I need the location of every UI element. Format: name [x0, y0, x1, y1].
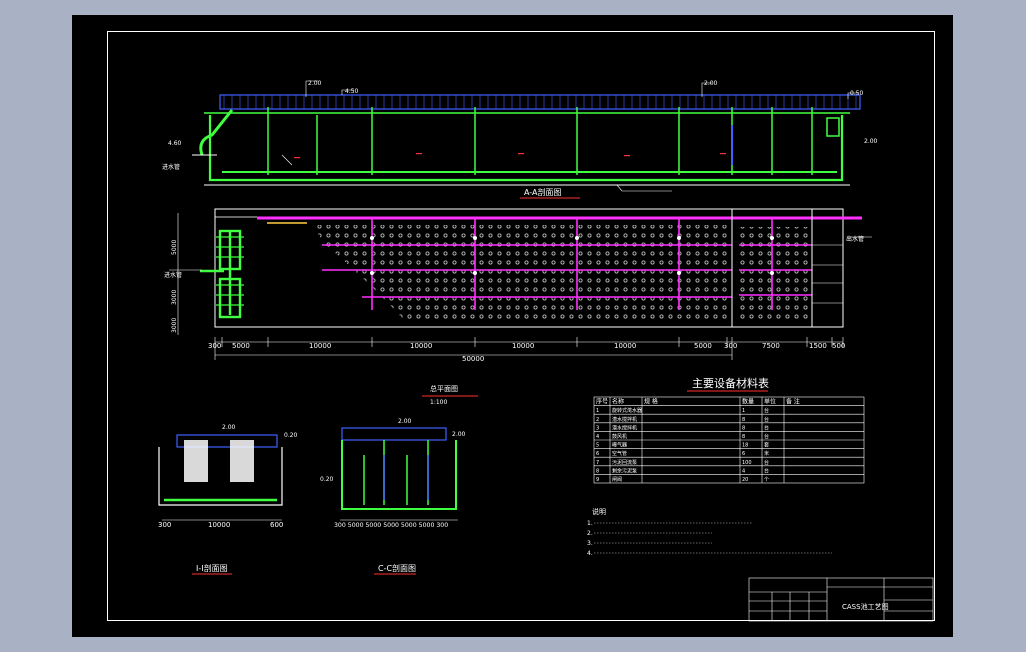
drawing-sheet: 2.00 2.00 4.50 0.50 4.60 2.00 进水管 A-A剖面图 [72, 15, 953, 637]
dim-label: 5000 [171, 240, 178, 255]
plan-view-scale: 1:100 [430, 399, 447, 406]
table-cell: 4 [596, 434, 599, 440]
dim-label: 600 [270, 521, 283, 529]
table-cell: 6 [742, 451, 745, 457]
table-cell: 闸阀 [612, 476, 622, 483]
note-line: 2. [587, 530, 593, 537]
table-cell: 剩余污泥泵 [612, 467, 637, 474]
elevation-label: 2.00 [704, 80, 718, 87]
table-header-cell: 规 格 [644, 398, 658, 406]
table-cell: 台 [764, 459, 769, 466]
elevation-label: 0.20 [320, 476, 334, 483]
table-cell: 8 [596, 468, 599, 474]
note-line: 3. [587, 540, 593, 547]
table-cell: 7 [596, 460, 599, 466]
table-cell: 台 [764, 433, 769, 440]
equipment-table: 序号 名称 规 格 数量 单位 备 注 1 旋转式滗水器 1 台 2 潜水搅拌机 8 台 3 潜水搅拌机 8 台 4… [593, 396, 865, 484]
dim-label: 5000 [694, 342, 712, 350]
section-11-title: I-I剖面图 [196, 563, 228, 573]
dim-label: 3000 [171, 318, 178, 333]
dim-label: 300 5000 5000 5000 5000 5000 300 [334, 522, 448, 529]
table-cell: 台 [764, 407, 769, 414]
drawing-name: CASS池工艺图 [842, 602, 889, 611]
table-header-cell: 数量 [742, 398, 754, 406]
dim-label: 10000 [208, 521, 230, 529]
inlet-pipe-label: 进水管 [162, 163, 180, 171]
table-cell: 台 [764, 467, 769, 474]
inlet-pipe-label: 进水管 [164, 271, 182, 279]
section-aa-drawing [192, 80, 861, 192]
note-line: 4. [587, 550, 593, 557]
title-block [748, 577, 934, 622]
table-cell: 潜水搅拌机 [612, 416, 637, 423]
table-header-cell: 单位 [764, 398, 776, 406]
plan-view-drawing [169, 208, 872, 360]
table-cell: 空气管 [612, 450, 627, 457]
elevation-label: 0.50 [850, 90, 864, 97]
section-cc-drawing [340, 427, 458, 521]
elevation-label: 2.00 [864, 138, 878, 145]
table-cell: 污泥回流泵 [612, 459, 637, 466]
section-aa-title: A-A剖面图 [524, 187, 561, 197]
table-cell: 鼓风机 [612, 433, 627, 440]
table-cell: 台 [764, 416, 769, 423]
cad-drawing-canvas: 2.00 2.00 4.50 0.50 4.60 2.00 进水管 A-A剖面图 [158, 80, 934, 622]
table-cell: 米 [764, 450, 769, 457]
table-cell: 4 [742, 468, 745, 474]
dim-label: 300 [158, 521, 171, 529]
table-cell: 曝气器 [612, 442, 627, 449]
table-cell: 2 [596, 417, 599, 423]
table-header-cell: 备 注 [786, 398, 800, 406]
table-cell: 9 [596, 477, 599, 483]
equipment-table-title: 主要设备材料表 [692, 376, 769, 390]
dim-label: 7500 [762, 342, 780, 350]
notes-title: 说明 [592, 507, 606, 516]
dim-label: 1500 [809, 342, 827, 350]
table-cell: 100 [742, 460, 752, 466]
table-cell: 6 [596, 451, 599, 457]
elevation-label: 2.00 [452, 431, 466, 438]
section-11-drawing [158, 434, 283, 521]
table-cell: 1 [596, 408, 599, 414]
plan-view-title: 总平面图 [430, 384, 458, 393]
section-cc-title: C-C剖面图 [378, 563, 416, 573]
table-cell: 潜水搅拌机 [612, 424, 637, 431]
outlet-pipe-label: 出水管 [846, 235, 864, 243]
dim-label: 300 [208, 342, 221, 350]
table-cell: 台 [764, 424, 769, 431]
table-cell: 旋转式滗水器 [612, 407, 642, 414]
dim-label: 500 [832, 342, 845, 350]
dim-total-label: 50000 [462, 355, 484, 363]
elevation-label: 2.00 [222, 424, 236, 431]
elevation-label: 2.00 [398, 418, 412, 425]
note-line: 1. [587, 520, 593, 527]
table-cell: 20 [742, 477, 748, 483]
table-cell: 8 [742, 417, 745, 423]
dim-label: 10000 [512, 342, 534, 350]
dim-label: 5000 [232, 342, 250, 350]
dim-label: 10000 [614, 342, 636, 350]
table-cell: 8 [742, 434, 745, 440]
table-cell: 8 [742, 425, 745, 431]
table-cell: 18 [742, 443, 748, 449]
dim-label: 10000 [309, 342, 331, 350]
table-cell: 3 [596, 425, 599, 431]
dim-label: 3000 [171, 290, 178, 305]
elevation-label: 4.60 [168, 140, 182, 147]
elevation-label: 4.50 [345, 88, 359, 95]
table-cell: 1 [742, 408, 745, 414]
table-cell: 个 [764, 477, 769, 483]
table-cell: 套 [764, 442, 769, 449]
dim-label: 300 [724, 342, 737, 350]
elevation-label: 2.00 [308, 80, 322, 87]
table-header-cell: 序号 [596, 398, 608, 406]
table-header-cell: 名称 [612, 398, 624, 406]
elevation-label: 0.20 [284, 432, 298, 439]
dim-label: 10000 [410, 342, 432, 350]
table-cell: 5 [596, 443, 599, 449]
